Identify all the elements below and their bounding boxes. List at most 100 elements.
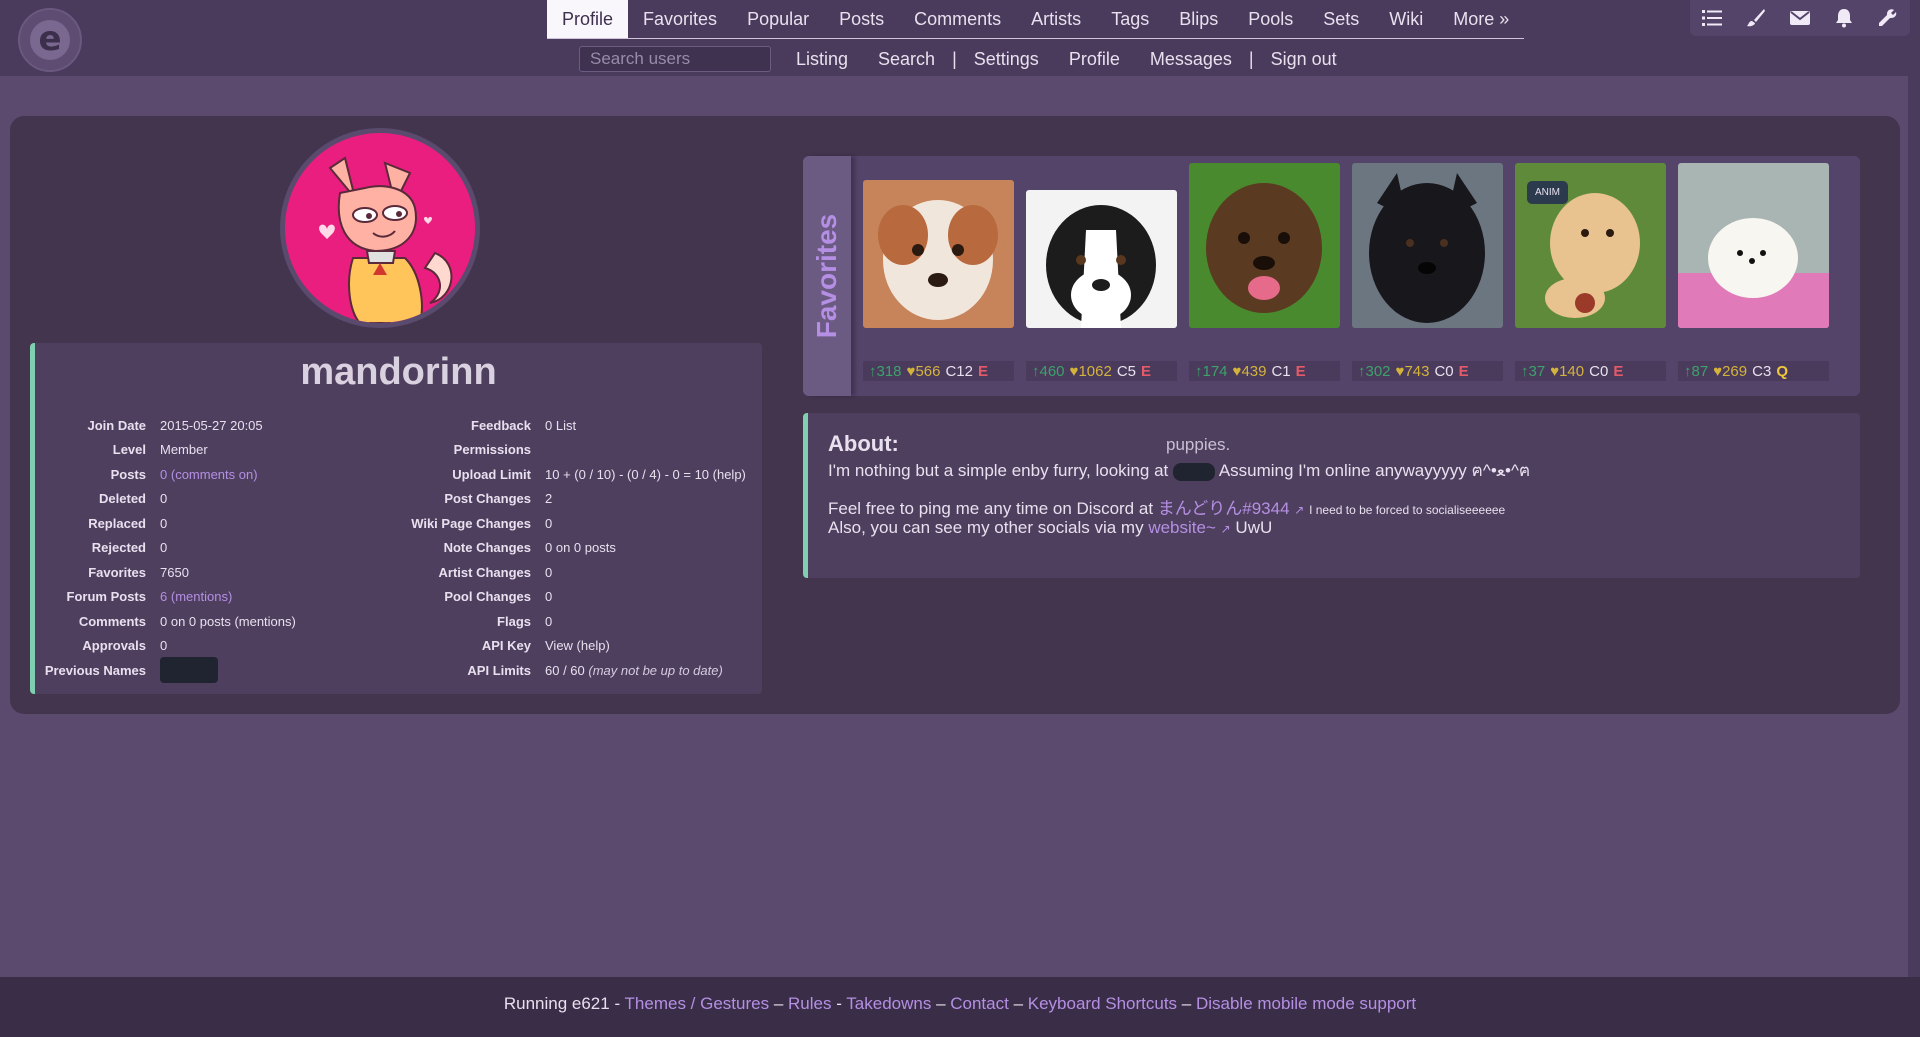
favorites-title: Favorites — [811, 213, 842, 339]
nav-favorites[interactable]: Favorites — [628, 0, 732, 38]
nav-tags[interactable]: Tags — [1096, 0, 1164, 38]
footer-contact-link[interactable]: Contact — [950, 994, 1009, 1013]
flags-label: Flags — [497, 613, 531, 629]
deleted-value[interactable]: 0 — [160, 491, 167, 506]
forum-posts-link[interactable]: 6 — [160, 589, 167, 604]
nav-blips[interactable]: Blips — [1164, 0, 1233, 38]
fav-count: ♥566 — [906, 362, 941, 380]
forum-mentions-link[interactable]: (mentions) — [171, 589, 232, 604]
flags-value[interactable]: 0 — [545, 614, 552, 629]
comments-value[interactable]: 0 on 0 posts (mentions) — [160, 614, 296, 629]
comment-count: C0 — [1589, 362, 1609, 380]
thumbnail-image[interactable]: ANIM — [1515, 163, 1666, 328]
profile-card: mandorinn Join Date 2015-05-27 20:05 Leve… — [10, 116, 1900, 714]
upload-limit-value[interactable]: 10 + (0 / 10) - (0 / 4) - 0 = 10 (help) — [545, 467, 746, 482]
post-changes-value[interactable]: 2 — [545, 491, 552, 506]
artist-changes-value[interactable]: 0 — [545, 565, 552, 580]
mail-icon[interactable] — [1778, 0, 1822, 36]
thumbnail-image[interactable] — [1678, 163, 1829, 328]
permissions-label: Permissions — [453, 442, 531, 458]
nav-profile[interactable]: Profile — [547, 0, 629, 38]
about-title: About: — [828, 431, 899, 456]
subnav-sign-out[interactable]: Sign out — [1256, 49, 1352, 70]
comment-count: C12 — [945, 362, 973, 380]
scrollbar[interactable] — [1908, 76, 1920, 977]
wrench-icon[interactable] — [1866, 0, 1910, 36]
nav-comments[interactable]: Comments — [899, 0, 1016, 38]
score: ↑87 — [1684, 362, 1709, 380]
comment-count: C3 — [1752, 362, 1772, 380]
main-nav: Profile Favorites Popular Posts Comments… — [547, 0, 1525, 39]
subnav-listing[interactable]: Listing — [781, 49, 863, 70]
about-panel: About: puppies. I'm nothing but a simple… — [803, 413, 1860, 578]
artist-changes-label: Artist Changes — [438, 564, 531, 580]
previous-names-label: Previous Names — [44, 662, 146, 678]
favorites-label: Favorites — [88, 564, 146, 580]
about-floating-text: puppies. — [1166, 435, 1231, 454]
api-key-value[interactable]: View (help) — [545, 638, 610, 653]
brush-icon[interactable] — [1734, 0, 1778, 36]
footer-takedowns-link[interactable]: Takedowns — [846, 994, 931, 1013]
about-text: UwU — [1235, 518, 1273, 537]
note-changes-value[interactable]: 0 on 0 posts — [545, 540, 616, 555]
footer: Running e621 - Themes / Gestures – Rules… — [0, 977, 1920, 1037]
nav-posts[interactable]: Posts — [824, 0, 899, 38]
level-value: Member — [160, 442, 208, 458]
api-limits-note: (may not be up to date) — [588, 662, 723, 678]
nav-wiki[interactable]: Wiki — [1374, 0, 1438, 38]
favorites-value[interactable]: 7650 — [160, 565, 189, 580]
sub-nav: Listing Search | Settings Profile Messag… — [579, 44, 1352, 74]
rejected-value[interactable]: 0 — [160, 540, 167, 555]
subnav-search[interactable]: Search — [863, 49, 950, 70]
nav-popular[interactable]: Popular — [732, 0, 824, 38]
stats-right-column: Feedback 0 List Permissions Upload Limit 1… — [395, 413, 746, 683]
api-limits-value: 60 / 60 — [545, 662, 585, 678]
join-date-value: 2015-05-27 20:05 — [160, 417, 263, 433]
nav-sets[interactable]: Sets — [1308, 0, 1374, 38]
avatar[interactable] — [280, 128, 480, 328]
posts-count-link[interactable]: 0 — [160, 467, 167, 482]
toolbar — [1690, 0, 1910, 36]
site-logo[interactable]: e — [18, 8, 82, 72]
subnav-profile[interactable]: Profile — [1054, 49, 1135, 70]
user-stats-panel: mandorinn Join Date 2015-05-27 20:05 Leve… — [30, 343, 762, 694]
fav-count: ♥269 — [1713, 362, 1748, 380]
footer-rules-link[interactable]: Rules — [788, 994, 831, 1013]
post-stats: ↑302 ♥743 C0 E — [1352, 361, 1503, 381]
about-small-text: I need to be forced to socialiseeeeee — [1309, 503, 1506, 517]
approvals-value[interactable]: 0 — [160, 638, 167, 653]
nav-more[interactable]: More » — [1438, 0, 1524, 38]
bell-icon[interactable] — [1822, 0, 1866, 36]
score: ↑174 — [1195, 362, 1228, 380]
thumbnail-image[interactable] — [1352, 163, 1503, 328]
fav-count: ♥140 — [1550, 362, 1585, 380]
subnav-settings[interactable]: Settings — [959, 49, 1054, 70]
footer-mobile-link[interactable]: Disable mobile mode support — [1196, 994, 1416, 1013]
subnav-messages[interactable]: Messages — [1135, 49, 1247, 70]
thumbnail-image[interactable] — [1189, 163, 1340, 328]
rating: E — [978, 362, 989, 380]
wiki-page-changes-label: Wiki Page Changes — [411, 515, 531, 531]
nav-artists[interactable]: Artists — [1016, 0, 1096, 38]
logo-letter: e — [30, 20, 70, 60]
comments-on-link[interactable]: (comments on) — [171, 467, 258, 482]
thumbnail-image[interactable] — [1026, 190, 1177, 328]
favorites-title-tab[interactable]: Favorites — [803, 156, 851, 396]
thumbnail-image[interactable] — [863, 180, 1014, 328]
feedback-value[interactable]: 0 List — [545, 418, 576, 433]
rating: E — [1141, 362, 1152, 380]
list-icon[interactable] — [1690, 0, 1734, 36]
replaced-value[interactable]: 0 — [160, 516, 167, 531]
approvals-label: Approvals — [82, 638, 146, 654]
pool-changes-label: Pool Changes — [444, 589, 531, 605]
footer-themes-link[interactable]: Themes / Gestures — [625, 994, 770, 1013]
website-link[interactable]: website~ ↗ — [1148, 518, 1230, 537]
post-stats: ↑37 ♥140 C0 E — [1515, 361, 1666, 381]
pool-changes-value[interactable]: 0 — [545, 589, 552, 604]
about-text: Also, you can see my other socials via m… — [828, 518, 1144, 537]
discord-link[interactable]: まんどりん#9344 ↗ — [1158, 499, 1305, 518]
wiki-page-changes-value[interactable]: 0 — [545, 516, 552, 531]
nav-pools[interactable]: Pools — [1233, 0, 1308, 38]
footer-shortcuts-link[interactable]: Keyboard Shortcuts — [1028, 994, 1177, 1013]
search-users-input[interactable] — [579, 46, 771, 72]
